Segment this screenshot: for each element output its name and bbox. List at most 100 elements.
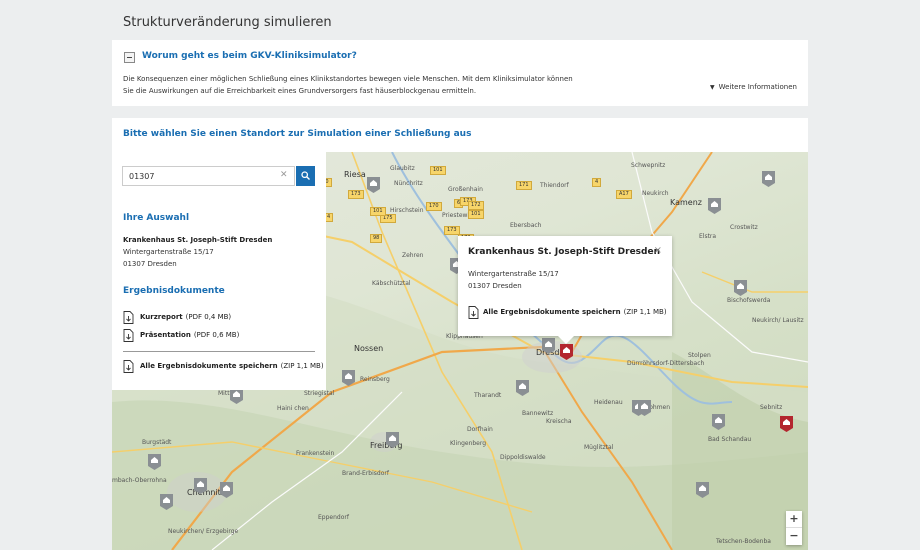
selection-panel: ✕ Ihre Auswahl Krankenhaus St. Joseph-St… [112,152,326,390]
hospital-marker-selected-icon[interactable] [560,344,573,360]
map-label: Großenhain [448,186,483,193]
close-icon[interactable]: × [654,245,662,256]
map-label: Dorfhain [467,426,493,433]
info-heading[interactable]: Worum geht es beim GKV-Kliniksimulator? [142,51,357,61]
popup-city: 01307 Dresden [468,282,522,290]
map-label: Neukirchen/ Erzgebirge [168,528,239,535]
zoom-out-button[interactable]: − [786,528,802,545]
hospital-marker-icon[interactable] [367,177,380,193]
hospital-name: Krankenhaus St. Joseph-Stift Dresden [123,236,273,244]
map-label: Thiendorf [540,182,569,189]
map-label: Stolpen [688,352,711,359]
hospital-marker-icon[interactable] [386,432,399,448]
info-card: Worum geht es beim GKV-Kliniksimulator? … [112,40,808,106]
map-label: mbach-Oberrohna [112,477,167,484]
zoom-in-button[interactable]: + [786,511,802,528]
road-number-badge: 101 [370,207,386,216]
results-heading: Ergebnisdokumente [123,286,225,296]
popup-download-all-link[interactable]: Alle Ergebnisdokumente speichern (ZIP 1,1… [468,305,667,319]
hospital-marker-icon[interactable] [194,478,207,494]
map-label: Nünchritz [394,180,423,187]
hospital-street: Wintergartenstraße 15/17 [123,248,214,256]
map-label: Brand-Erbisdorf [342,470,389,477]
map-label: Schwepnitz [631,162,666,169]
hospital-marker-icon[interactable] [638,400,651,416]
hospital-marker-icon[interactable] [762,171,775,187]
map-label: Bad Schandau [708,436,752,443]
map-label: Käbschütztal [372,280,411,287]
document-name: Alle Ergebnisdokumente speichern [483,308,621,316]
hospital-marker-icon[interactable] [708,198,721,214]
hospital-marker-icon[interactable] [712,414,725,430]
triangle-down-icon: ▼ [710,84,715,91]
map-label: Dippoldiswalde [500,454,546,461]
document-link-praesentation[interactable]: Präsentation (PDF 0,6 MB) [123,328,239,342]
map-label: Eppendorf [318,514,349,521]
map-label: Dürrröhrsdorf-Dittersbach [627,360,705,367]
more-info-link[interactable]: ▼ Weitere Informationen [710,83,797,91]
hospital-marker-icon[interactable] [230,388,243,404]
document-meta: (PDF 0,4 MB) [185,313,232,321]
info-text: Die Konsequenzen einer möglichen Schließ… [123,73,623,97]
hospital-marker-icon[interactable] [148,454,161,470]
document-meta: (ZIP 1,1 MB) [280,362,324,370]
document-link-kurzreport[interactable]: Kurzreport (PDF 0,4 MB) [123,310,231,324]
road-number-badge: 171 [516,181,532,190]
hospital-city: 01307 Dresden [123,260,177,268]
search-icon [301,171,310,180]
map-label: Glaubitz [390,165,415,172]
map-label: Tharandt [474,392,502,399]
map-label: Ebersbach [510,222,542,229]
document-download-icon [123,310,134,324]
info-text-line: Sie die Auswirkungen auf die Erreichbark… [123,87,477,95]
choose-location-card: Bitte wählen Sie einen Standort zur Simu… [112,118,808,152]
info-text-line: Die Konsequenzen einer möglichen Schließ… [123,75,573,83]
hospital-marker-icon[interactable] [220,482,233,498]
map-label: Hirschstein [390,207,424,214]
road-number-badge: 4 [592,178,602,187]
map-label: Haini chen [277,405,309,412]
map-label: Sebnitz [760,404,783,411]
hospital-marker-icon[interactable] [516,380,529,396]
collapse-toggle-icon[interactable] [124,52,135,63]
search-input[interactable] [122,166,295,186]
selection-heading: Ihre Auswahl [123,213,190,223]
document-name: Alle Ergebnisdokumente speichern [140,362,278,370]
map-label: Klingenberg [450,440,487,447]
map-label: Elstra [699,233,717,240]
search-button[interactable] [296,166,315,186]
hospital-marker-icon[interactable] [160,494,173,510]
map-label: Kreischa [546,418,572,425]
hospital-marker-icon[interactable] [542,338,555,354]
page-title: Strukturveränderung simulieren [123,15,332,30]
map-label: Nossen [354,344,384,353]
hospital-marker-icon[interactable] [734,280,747,296]
map-label: Burgstädt [142,439,172,446]
road-number-badge: 101 [468,210,484,219]
map-label: Striegistal [304,390,335,397]
hospital-marker-icon[interactable] [780,416,793,432]
divider [123,351,315,352]
hospital-marker-icon[interactable] [342,370,355,386]
popup-title: Krankenhaus St. Joseph-Stift Dresden [468,247,660,257]
map-label: Müglitztal [584,444,614,451]
map-label: Tetschen-Bodenba [716,538,771,545]
road-number-badge: 98 [370,234,383,243]
more-info-label: Weitere Informationen [718,83,797,91]
document-download-icon [123,359,134,373]
map-label: Crostwitz [730,224,758,231]
document-meta: (ZIP 1,1 MB) [623,308,667,316]
map-label: Neukirch/ Lausitz [752,317,804,324]
document-name: Präsentation [140,331,191,339]
clear-icon[interactable]: ✕ [280,170,288,180]
hospital-marker-icon[interactable] [696,482,709,498]
document-download-icon [468,305,479,319]
map-label: Riesa [344,170,366,179]
road-number-badge: 170 [426,202,442,211]
map-popup: Krankenhaus St. Joseph-Stift Dresden × W… [458,236,672,344]
zoom-control: + − [786,511,802,545]
map-label: Frankenstein [296,450,335,457]
map-label: Reinsberg [360,376,390,383]
download-all-link[interactable]: Alle Ergebnisdokumente speichern (ZIP 1,1… [123,359,324,373]
road-number-badge: 173 [348,190,364,199]
